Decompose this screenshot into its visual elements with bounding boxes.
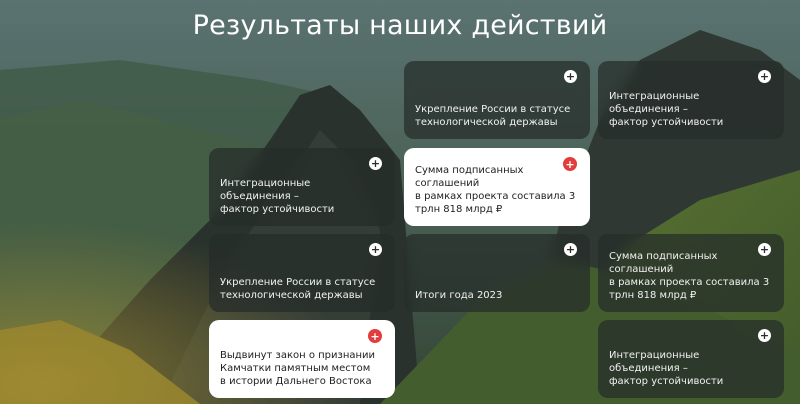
- result-card-text: Укрепление России в статусе технологичес…: [220, 277, 376, 301]
- plus-icon[interactable]: +: [369, 243, 382, 256]
- result-card[interactable]: + Укрепление России в статусе технологич…: [209, 234, 395, 312]
- result-card-text: Интеграционные объединения – фактор усто…: [220, 178, 335, 215]
- result-card[interactable]: + Укрепление России в статусе технологич…: [404, 61, 590, 139]
- plus-icon[interactable]: +: [758, 70, 771, 83]
- result-card[interactable]: + Интеграционные объединения – фактор ус…: [598, 61, 784, 139]
- result-card-highlighted[interactable]: + Выдвинут закон о признании Камчатки па…: [209, 320, 395, 398]
- page-title: Результаты наших действий: [192, 10, 608, 41]
- result-card-text: Сумма подписанных соглашений в рамках пр…: [415, 165, 576, 215]
- result-card-text: Интеграционные объединения – фактор усто…: [609, 350, 724, 387]
- plus-icon[interactable]: +: [369, 157, 382, 170]
- plus-icon[interactable]: +: [758, 329, 771, 342]
- result-card-text: Итоги года 2023: [415, 290, 503, 301]
- result-card[interactable]: + Интеграционные объединения – фактор ус…: [209, 148, 395, 226]
- plus-icon[interactable]: +: [368, 329, 382, 343]
- result-card[interactable]: + Интеграционные объединения – фактор ус…: [598, 320, 784, 398]
- plus-icon[interactable]: +: [564, 70, 577, 83]
- result-card-text: Интеграционные объединения – фактор усто…: [609, 91, 724, 128]
- plus-icon[interactable]: +: [564, 243, 577, 256]
- result-card-text: Сумма подписанных соглашений в рамках пр…: [609, 251, 770, 301]
- result-card-highlighted[interactable]: + Сумма подписанных соглашений в рамках …: [404, 148, 590, 226]
- result-card-text: Укрепление России в статусе технологичес…: [415, 104, 571, 128]
- result-card[interactable]: + Итоги года 2023: [404, 234, 590, 312]
- result-card-text: Выдвинут закон о признании Камчатки памя…: [220, 350, 376, 387]
- result-card[interactable]: + Сумма подписанных соглашений в рамках …: [598, 234, 784, 312]
